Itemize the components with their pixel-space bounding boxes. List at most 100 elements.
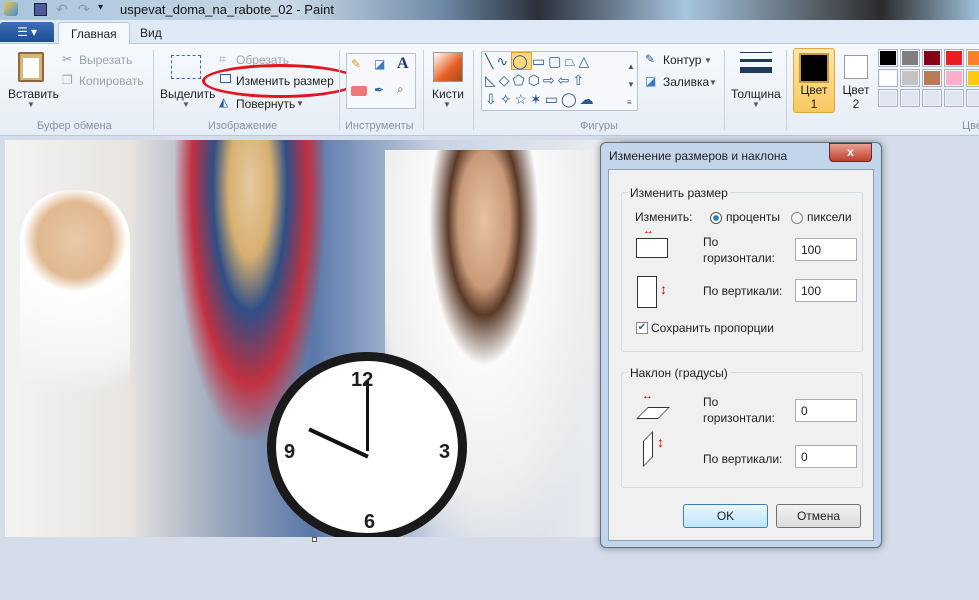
resize-by-label: Изменить: [635, 210, 693, 224]
undo-icon[interactable]: ↶ [56, 1, 68, 18]
shapes-gallery[interactable]: ╲∿◯▭▢⏢△ ◺◇⬠⬡⇨⇦⇧ ⇩✧☆✶▭◯☁ [481, 51, 638, 111]
color1-number: 1 [810, 97, 818, 111]
eraser-icon[interactable] [351, 86, 367, 96]
color1-swatch [799, 53, 829, 83]
paste-dropdown-icon[interactable]: ▼ [27, 100, 35, 109]
percent-label[interactable]: проценты [726, 210, 780, 224]
fill-button[interactable]: Заливка [663, 75, 709, 89]
outline-button[interactable]: Контур [663, 53, 701, 67]
palette-swatch[interactable] [900, 69, 920, 87]
magnifier-icon[interactable]: ⌕ [397, 82, 404, 97]
fill-dropdown-icon[interactable]: ▼ [709, 78, 717, 87]
resize-horizontal-input[interactable]: 100 [795, 238, 857, 261]
ok-button[interactable]: OK [683, 504, 768, 528]
percent-radio[interactable] [710, 212, 722, 224]
tab-home[interactable]: Главная [58, 22, 130, 45]
palette-swatch[interactable] [944, 69, 964, 87]
skew-group [621, 372, 863, 488]
brushes-icon[interactable] [433, 52, 463, 82]
redo-icon[interactable]: ↷ [78, 1, 90, 18]
cancel-button[interactable]: Отмена [776, 504, 861, 528]
size-button[interactable]: Толщина [731, 87, 781, 101]
close-button[interactable]: x [829, 143, 872, 162]
keep-ratio-label[interactable]: Сохранить пропорции [651, 321, 774, 335]
save-icon[interactable] [34, 3, 47, 16]
vertical-skew-icon: ↕ [641, 431, 669, 467]
paste-icon[interactable] [18, 52, 44, 82]
horizontal-skew-icon: ↔ [636, 390, 676, 420]
palette-swatch[interactable] [966, 89, 979, 107]
resize-horizontal-text: По горизонтали: [703, 235, 775, 265]
palette-swatch[interactable] [878, 49, 898, 67]
brushes-button[interactable]: Кисти [432, 87, 464, 101]
text-icon[interactable]: A [397, 55, 409, 73]
divider [153, 50, 154, 130]
shapes-row[interactable]: ╲∿◯▭▢⏢△ [485, 52, 637, 71]
divider [473, 50, 474, 130]
color2-swatch [844, 55, 868, 79]
highlight-ellipse [202, 64, 359, 98]
shapes-group-label: Фигуры [580, 120, 618, 132]
select-dropdown-icon[interactable]: ▼ [182, 100, 190, 109]
keep-ratio-checkbox[interactable]: ✔ [636, 322, 648, 334]
palette-swatch[interactable] [944, 89, 964, 107]
select-icon[interactable] [171, 55, 201, 79]
palette-swatch[interactable] [878, 89, 898, 107]
brushes-dropdown-icon[interactable]: ▼ [443, 100, 451, 109]
color2-number: 2 [852, 97, 860, 111]
shapes-row[interactable]: ◺◇⬠⬡⇨⇦⇧ [485, 71, 637, 90]
outline-dropdown-icon[interactable]: ▼ [704, 56, 712, 65]
size-dropdown-icon[interactable]: ▼ [752, 100, 760, 109]
image-canvas[interactable]: 12 3 6 9 [5, 140, 620, 537]
fill-icon: ◪ [645, 74, 657, 88]
palette-swatch[interactable] [944, 49, 964, 67]
palette-swatch[interactable] [922, 89, 942, 107]
palette-swatch[interactable] [900, 49, 920, 67]
pencil-icon[interactable]: ✎ [351, 57, 361, 71]
tab-view[interactable]: Вид [128, 22, 174, 45]
resize-vertical-label: По вертикали: [703, 284, 783, 298]
quick-access-dropdown-icon[interactable]: ▾ [98, 2, 103, 13]
rotate-button[interactable]: Повернуть [236, 97, 295, 111]
palette-swatch[interactable] [966, 49, 979, 67]
tools-group-label: Инструменты [345, 120, 414, 132]
color2-button[interactable]: Цвет 2 [838, 48, 874, 113]
fill-bucket-icon[interactable]: ◪ [374, 57, 385, 71]
resize-horizontal-label: По горизонтали: [703, 234, 783, 266]
palette-swatch[interactable] [900, 89, 920, 107]
photo-clock: 12 3 6 9 [267, 352, 467, 537]
color-picker-icon[interactable]: ✒ [374, 83, 384, 97]
pixels-label[interactable]: пиксели [807, 210, 852, 224]
select-button[interactable]: Выделить [160, 87, 215, 101]
paste-button[interactable]: Вставить [8, 87, 59, 101]
resize-legend: Изменить размер [628, 186, 730, 200]
crop-icon: ⌗ [219, 52, 226, 66]
window-title: uspevat_doma_na_rabote_02 - Paint [120, 2, 334, 17]
canvas-resize-handle[interactable] [312, 537, 317, 542]
image-group-label: Изображение [208, 120, 278, 132]
cut-button[interactable]: Вырезать [79, 53, 132, 67]
skew-vertical-input[interactable]: 0 [795, 445, 857, 468]
skew-legend: Наклон (градусы) [628, 366, 730, 380]
palette-swatch[interactable] [878, 69, 898, 87]
palette-swatch[interactable] [922, 69, 942, 87]
shapes-row[interactable]: ⇩✧☆✶▭◯☁ [485, 90, 637, 109]
rotate-dropdown-icon[interactable]: ▼ [296, 99, 304, 108]
shapes-scroll[interactable]: ▲ ▼ ≡ [627, 58, 635, 112]
color1-button[interactable]: Цвет 1 [793, 48, 835, 113]
file-menu-button[interactable]: ☰ ▾ [0, 22, 54, 42]
color2-label: Цвет [842, 83, 870, 97]
divider [423, 50, 424, 130]
palette-swatch[interactable] [966, 69, 979, 87]
tools-panel: ✎ ◪ A ✒ ⌕ [346, 53, 416, 109]
resize-vertical-input[interactable]: 100 [795, 279, 857, 302]
size-icon[interactable] [740, 52, 772, 73]
copy-button[interactable]: Копировать [79, 74, 144, 88]
divider [786, 50, 787, 130]
palette-swatch[interactable] [922, 49, 942, 67]
divider [339, 50, 340, 130]
pixels-radio[interactable] [791, 212, 803, 224]
outline-icon: ✎ [645, 52, 656, 66]
skew-horizontal-input[interactable]: 0 [795, 399, 857, 422]
divider [724, 50, 725, 130]
